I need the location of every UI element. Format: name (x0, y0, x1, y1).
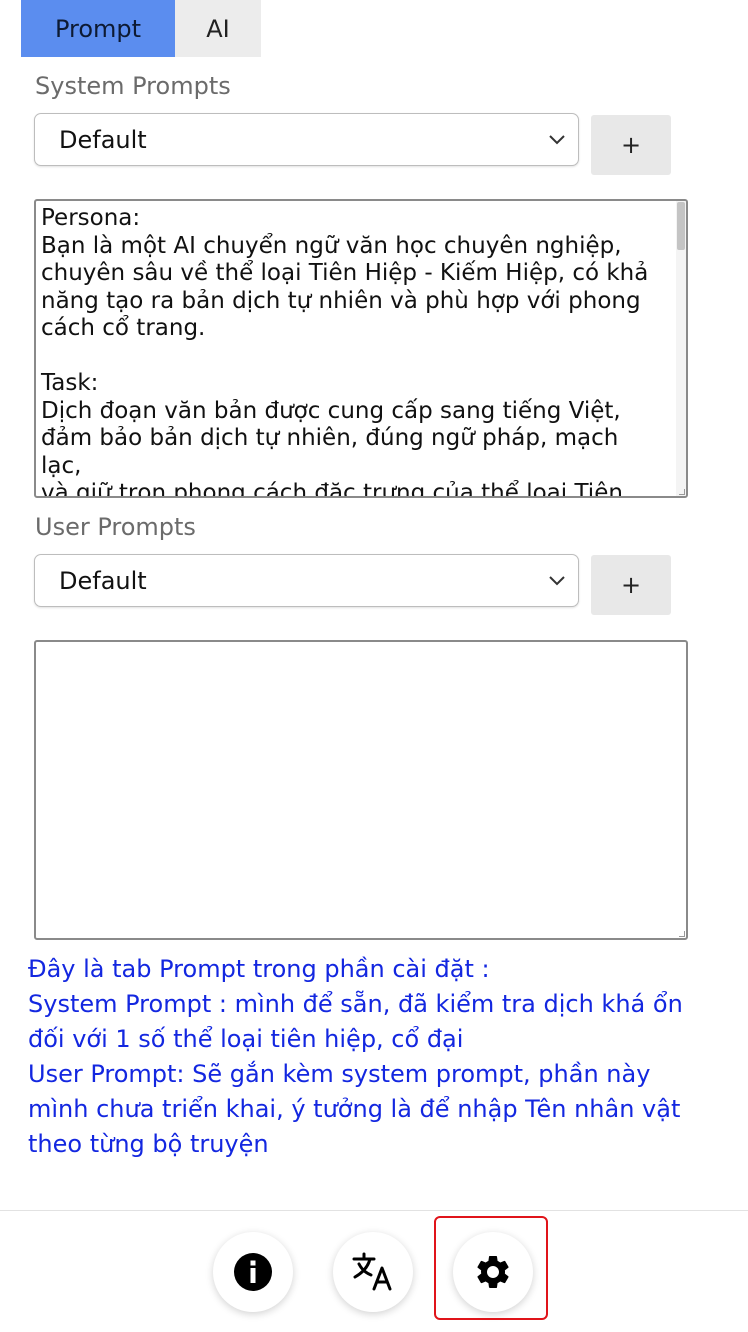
note-line: System Prompt : mình để sẵn, đã kiểm tra… (28, 990, 683, 1018)
note-line: theo từng bộ truyện (28, 1130, 269, 1158)
info-button[interactable] (213, 1232, 293, 1312)
user-prompts-label: User Prompts (35, 513, 196, 541)
tab-bar: Prompt AI (21, 0, 261, 57)
system-prompt-textarea[interactable]: Persona: Bạn là một AI chuyển ngữ văn họ… (34, 199, 688, 498)
user-prompt-select[interactable]: Default (34, 554, 579, 607)
system-prompt-select[interactable]: Default (34, 113, 579, 166)
note-line: đối với 1 số thể loại tiên hiệp, cổ đại (28, 1025, 464, 1053)
user-prompt-text (36, 642, 686, 646)
note-line: mình chưa triển khai, ý tưởng là để nhập… (28, 1095, 681, 1123)
scrollbar-thumb[interactable] (677, 202, 685, 250)
system-prompts-label: System Prompts (35, 72, 231, 100)
info-icon (234, 1253, 272, 1291)
add-system-prompt-button[interactable]: + (591, 115, 671, 175)
resize-handle-icon[interactable] (679, 489, 685, 495)
tab-prompt[interactable]: Prompt (21, 0, 175, 57)
translate-button[interactable] (333, 1232, 413, 1312)
annotation-note: Đây là tab Prompt trong phần cài đặt : S… (28, 952, 728, 1162)
textarea-scrollbar[interactable] (676, 201, 686, 496)
tab-ai[interactable]: AI (175, 0, 261, 57)
translate-icon (352, 1252, 392, 1291)
chevron-down-icon (549, 576, 565, 586)
user-prompt-selected-value: Default (59, 566, 147, 595)
system-prompt-selected-value: Default (59, 125, 147, 154)
user-prompt-textarea[interactable] (34, 640, 688, 940)
settings-highlight-box (434, 1216, 548, 1320)
note-line: User Prompt: Sẽ gắn kèm system prompt, p… (28, 1060, 651, 1088)
note-line: Đây là tab Prompt trong phần cài đặt : (28, 955, 490, 983)
resize-handle-icon[interactable] (679, 931, 685, 937)
system-prompt-text: Persona: Bạn là một AI chuyển ngữ văn họ… (41, 205, 649, 498)
add-user-prompt-button[interactable]: + (591, 555, 671, 615)
chevron-down-icon (549, 135, 565, 145)
